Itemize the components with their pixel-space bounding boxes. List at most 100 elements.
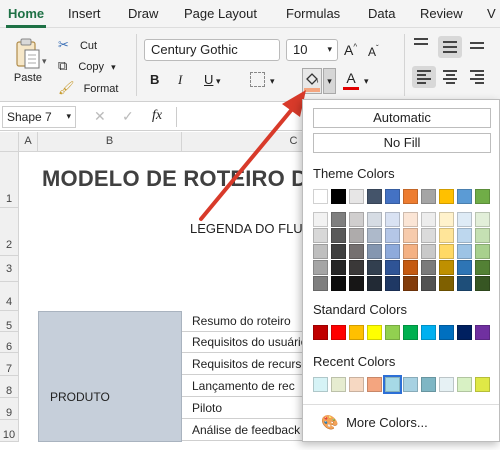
tab-data[interactable]: Data: [368, 6, 395, 21]
theme-shade-swatch[interactable]: [439, 260, 454, 275]
list-item[interactable]: Lançamento de rec: [182, 376, 302, 397]
cancel-icon[interactable]: ✕: [94, 108, 106, 125]
theme-shade-swatch[interactable]: [457, 212, 472, 227]
recent-color-swatch[interactable]: [403, 377, 418, 392]
tab-draw[interactable]: Draw: [128, 6, 158, 21]
theme-shade-swatch[interactable]: [331, 260, 346, 275]
theme-shade-swatch[interactable]: [421, 276, 436, 291]
theme-color-swatch[interactable]: [421, 189, 436, 204]
theme-shade-swatch[interactable]: [385, 260, 400, 275]
name-box[interactable]: Shape 7 ▾: [2, 106, 76, 128]
theme-shade-swatch[interactable]: [403, 276, 418, 291]
align-center-icon[interactable]: [443, 70, 457, 84]
theme-shade-swatch[interactable]: [349, 260, 364, 275]
recent-color-swatch[interactable]: [475, 377, 490, 392]
theme-shade-swatch[interactable]: [403, 228, 418, 243]
select-all-corner[interactable]: [0, 132, 19, 152]
theme-shade-swatch[interactable]: [439, 212, 454, 227]
italic-button[interactable]: I: [178, 72, 182, 88]
tab-review[interactable]: Review: [420, 6, 463, 21]
format-painter-button[interactable]: 🖌 Format: [58, 80, 118, 96]
standard-color-swatch[interactable]: [367, 325, 382, 340]
theme-shade-swatch[interactable]: [349, 228, 364, 243]
theme-shade-swatch[interactable]: [313, 260, 328, 275]
theme-shade-swatch[interactable]: [475, 228, 490, 243]
theme-shade-swatch[interactable]: [349, 212, 364, 227]
theme-shade-swatch[interactable]: [457, 260, 472, 275]
bold-button[interactable]: B: [150, 72, 159, 87]
font-size-select[interactable]: 10 ▾: [286, 39, 338, 61]
theme-shade-swatch[interactable]: [313, 244, 328, 259]
row-header[interactable]: 9: [0, 398, 19, 420]
row-header[interactable]: 6: [0, 332, 19, 353]
list-item[interactable]: Requisitos do usuário: [182, 332, 302, 353]
automatic-color-button[interactable]: Automatic: [313, 108, 491, 128]
theme-color-swatch[interactable]: [457, 189, 472, 204]
theme-shade-swatch[interactable]: [385, 212, 400, 227]
decrease-font-icon[interactable]: Aˇ: [368, 44, 379, 59]
theme-shade-swatch[interactable]: [367, 212, 382, 227]
theme-shade-swatch[interactable]: [439, 276, 454, 291]
recent-color-swatch[interactable]: [457, 377, 472, 392]
font-name-select[interactable]: Century Gothic: [144, 39, 280, 61]
row-header[interactable]: 7: [0, 353, 19, 376]
theme-shade-swatch[interactable]: [385, 276, 400, 291]
copy-chevron-icon[interactable]: ▾: [111, 62, 116, 72]
increase-font-icon[interactable]: A^: [344, 42, 357, 58]
theme-shade-swatch[interactable]: [421, 260, 436, 275]
theme-shade-swatch[interactable]: [385, 228, 400, 243]
row-header[interactable]: 5: [0, 311, 19, 332]
recent-color-swatch[interactable]: [439, 377, 454, 392]
theme-shade-swatch[interactable]: [457, 244, 472, 259]
standard-color-swatch[interactable]: [421, 325, 436, 340]
standard-color-swatch[interactable]: [403, 325, 418, 340]
recent-color-swatch[interactable]: [331, 377, 346, 392]
theme-shade-swatch[interactable]: [475, 244, 490, 259]
row-header[interactable]: 10: [0, 420, 19, 442]
theme-color-swatch[interactable]: [439, 189, 454, 204]
tab-page-layout[interactable]: Page Layout: [184, 6, 257, 21]
more-colors-button[interactable]: 🎨 More Colors...: [321, 414, 428, 431]
theme-shade-swatch[interactable]: [331, 276, 346, 291]
theme-shade-swatch[interactable]: [331, 228, 346, 243]
borders-icon[interactable]: [250, 72, 265, 87]
standard-color-swatch[interactable]: [349, 325, 364, 340]
paste-chevron-icon[interactable]: ▾: [42, 56, 47, 67]
theme-shade-swatch[interactable]: [403, 244, 418, 259]
no-fill-button[interactable]: No Fill: [313, 133, 491, 153]
theme-color-swatch[interactable]: [367, 189, 382, 204]
row-header[interactable]: 1: [0, 152, 19, 208]
theme-shade-swatch[interactable]: [439, 228, 454, 243]
theme-color-swatch[interactable]: [313, 189, 328, 204]
column-header-a[interactable]: A: [19, 132, 38, 152]
theme-shade-swatch[interactable]: [313, 228, 328, 243]
recent-color-swatch[interactable]: [349, 377, 364, 392]
standard-color-swatch[interactable]: [457, 325, 472, 340]
standard-color-swatch[interactable]: [439, 325, 454, 340]
theme-shade-swatch[interactable]: [403, 212, 418, 227]
recent-color-swatch[interactable]: [367, 377, 382, 392]
standard-color-swatch[interactable]: [475, 325, 490, 340]
fill-color-chevron-icon[interactable]: ▾: [323, 68, 336, 94]
theme-shade-swatch[interactable]: [313, 276, 328, 291]
theme-shade-swatch[interactable]: [421, 244, 436, 259]
confirm-icon[interactable]: ✓: [122, 108, 134, 125]
tab-formulas[interactable]: Formulas: [286, 6, 340, 21]
align-middle-icon[interactable]: [438, 36, 462, 58]
function-icon[interactable]: fx: [152, 108, 162, 124]
borders-chevron-icon[interactable]: ▾: [270, 76, 275, 87]
product-cell[interactable]: [38, 311, 182, 442]
theme-shade-swatch[interactable]: [349, 276, 364, 291]
theme-color-swatch[interactable]: [349, 189, 364, 204]
theme-color-swatch[interactable]: [403, 189, 418, 204]
theme-shade-swatch[interactable]: [475, 260, 490, 275]
theme-shade-swatch[interactable]: [331, 212, 346, 227]
theme-shade-swatch[interactable]: [367, 228, 382, 243]
theme-shade-swatch[interactable]: [421, 228, 436, 243]
recent-color-swatch[interactable]: [383, 375, 402, 394]
list-item[interactable]: Análise de feedback: [182, 420, 302, 441]
theme-shade-swatch[interactable]: [457, 228, 472, 243]
font-color-button[interactable]: A: [343, 70, 359, 92]
column-header-b[interactable]: B: [38, 132, 182, 152]
theme-shade-swatch[interactable]: [421, 212, 436, 227]
